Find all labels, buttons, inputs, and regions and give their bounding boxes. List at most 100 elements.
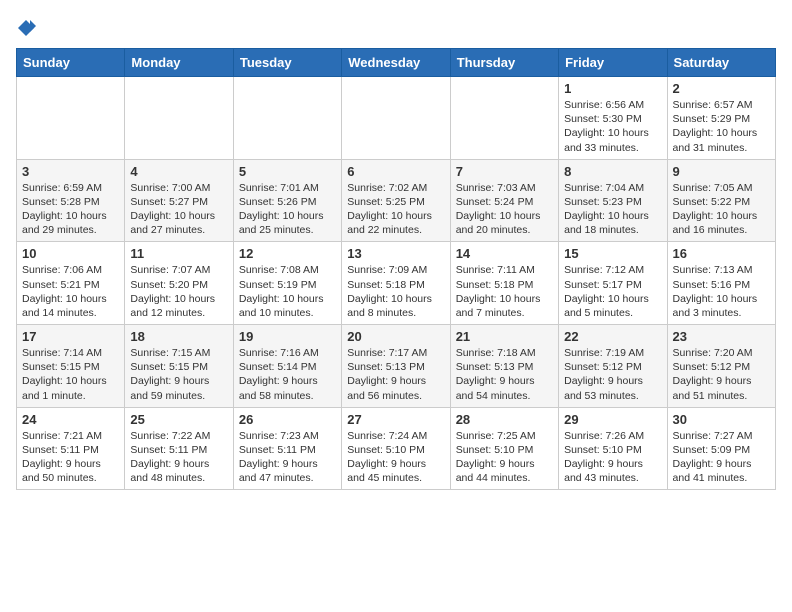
day-info: Sunset: 5:13 PM [456, 360, 553, 374]
weekday-header-friday: Friday [559, 49, 667, 77]
day-info: Sunrise: 6:57 AM [673, 98, 770, 112]
calendar-cell: 16 Sunrise: 7:13 AMSunset: 5:16 PMDayligh… [667, 242, 775, 325]
calendar-cell: 12Sunrise: 7:08 AMSunset: 5:19 PMDayligh… [233, 242, 341, 325]
calendar-cell: 24Sunrise: 7:21 AMSunset: 5:11 PMDayligh… [17, 407, 125, 490]
weekday-header-saturday: Saturday [667, 49, 775, 77]
day-info: Sunset: 5:21 PM [22, 278, 119, 292]
calendar-cell: 15 Sunrise: 7:12 AMSunset: 5:17 PMDayligh… [559, 242, 667, 325]
day-info: Daylight: 10 hours and 14 minutes. [22, 292, 119, 320]
day-info: Sunrise: 7:09 AM [347, 263, 444, 277]
day-info: Sunrise: 7:12 AM [564, 263, 661, 277]
day-info: Sunset: 5:24 PM [456, 195, 553, 209]
day-info: Sunrise: 7:13 AM [673, 263, 770, 277]
day-info: Sunrise: 7:00 AM [130, 181, 227, 195]
day-number: 12 [239, 246, 336, 261]
day-info: Sunset: 5:22 PM [673, 195, 770, 209]
day-info: Sunrise: 7:27 AM [673, 429, 770, 443]
calendar-cell: 13Sunrise: 7:09 AMSunset: 5:18 PMDayligh… [342, 242, 450, 325]
day-info: Daylight: 10 hours and 25 minutes. [239, 209, 336, 237]
day-info: Sunset: 5:15 PM [22, 360, 119, 374]
day-info: Sunrise: 7:03 AM [456, 181, 553, 195]
day-number: 21 [456, 329, 553, 344]
day-info: Sunrise: 7:26 AM [564, 429, 661, 443]
day-info: Sunset: 5:09 PM [673, 443, 770, 457]
day-number: 28 [456, 412, 553, 427]
day-number: 9 [673, 164, 770, 179]
day-number: 8 [564, 164, 661, 179]
day-info: Sunset: 5:13 PM [347, 360, 444, 374]
day-number: 22 [564, 329, 661, 344]
day-info: Daylight: 10 hours and 27 minutes. [130, 209, 227, 237]
day-info: Sunset: 5:14 PM [239, 360, 336, 374]
calendar-cell: 19Sunrise: 7:16 AMSunset: 5:14 PMDayligh… [233, 325, 341, 408]
day-number: 14 [456, 246, 553, 261]
calendar-cell [342, 77, 450, 160]
weekday-header-tuesday: Tuesday [233, 49, 341, 77]
calendar-cell: 26Sunrise: 7:23 AMSunset: 5:11 PMDayligh… [233, 407, 341, 490]
day-number: 27 [347, 412, 444, 427]
day-info: Daylight: 9 hours and 44 minutes. [456, 457, 553, 485]
calendar-cell: 30Sunrise: 7:27 AMSunset: 5:09 PMDayligh… [667, 407, 775, 490]
calendar-cell [450, 77, 558, 160]
day-info: Daylight: 9 hours and 41 minutes. [673, 457, 770, 485]
day-info: Sunset: 5:10 PM [347, 443, 444, 457]
page-header [16, 16, 776, 38]
calendar-cell: 22Sunrise: 7:19 AMSunset: 5:12 PMDayligh… [559, 325, 667, 408]
day-number: 7 [456, 164, 553, 179]
day-info: Sunset: 5:11 PM [22, 443, 119, 457]
day-info: Sunset: 5:18 PM [456, 278, 553, 292]
day-info: Sunset: 5:15 PM [130, 360, 227, 374]
day-info: Daylight: 10 hours and 8 minutes. [347, 292, 444, 320]
logo [16, 16, 38, 38]
day-number: 23 [673, 329, 770, 344]
day-info: Sunrise: 7:08 AM [239, 263, 336, 277]
day-info: Sunrise: 7:06 AM [22, 263, 119, 277]
calendar-cell: 7 Sunrise: 7:03 AMSunset: 5:24 PMDaylight… [450, 159, 558, 242]
day-number: 24 [22, 412, 119, 427]
day-info: Daylight: 10 hours and 18 minutes. [564, 209, 661, 237]
day-info: Sunset: 5:19 PM [239, 278, 336, 292]
day-info: Sunrise: 7:21 AM [22, 429, 119, 443]
day-info: Sunrise: 7:02 AM [347, 181, 444, 195]
day-info: Sunset: 5:29 PM [673, 112, 770, 126]
calendar-cell: 1Sunrise: 6:56 AMSunset: 5:30 PMDaylight… [559, 77, 667, 160]
day-number: 26 [239, 412, 336, 427]
day-number: 13 [347, 246, 444, 261]
day-info: Sunrise: 7:05 AM [673, 181, 770, 195]
day-info: Sunset: 5:16 PM [673, 278, 770, 292]
day-info: Daylight: 10 hours and 12 minutes. [130, 292, 227, 320]
calendar-cell [233, 77, 341, 160]
day-info: Sunset: 5:28 PM [22, 195, 119, 209]
day-info: Sunrise: 7:15 AM [130, 346, 227, 360]
day-info: Daylight: 9 hours and 51 minutes. [673, 374, 770, 402]
day-info: Daylight: 10 hours and 20 minutes. [456, 209, 553, 237]
day-info: Daylight: 9 hours and 45 minutes. [347, 457, 444, 485]
calendar-cell: 2Sunrise: 6:57 AMSunset: 5:29 PMDaylight… [667, 77, 775, 160]
calendar-cell: 5Sunrise: 7:01 AMSunset: 5:26 PMDaylight… [233, 159, 341, 242]
day-info: Daylight: 10 hours and 5 minutes. [564, 292, 661, 320]
day-number: 16 [673, 246, 770, 261]
day-info: Sunset: 5:11 PM [239, 443, 336, 457]
day-info: Sunrise: 7:24 AM [347, 429, 444, 443]
day-info: Sunset: 5:25 PM [347, 195, 444, 209]
day-info: Sunset: 5:10 PM [456, 443, 553, 457]
calendar-cell: 3Sunrise: 6:59 AMSunset: 5:28 PMDaylight… [17, 159, 125, 242]
day-info: Daylight: 10 hours and 31 minutes. [673, 126, 770, 154]
day-number: 6 [347, 164, 444, 179]
day-info: Sunrise: 6:56 AM [564, 98, 661, 112]
weekday-header-sunday: Sunday [17, 49, 125, 77]
day-info: Sunrise: 6:59 AM [22, 181, 119, 195]
weekday-header-wednesday: Wednesday [342, 49, 450, 77]
day-info: Sunrise: 7:14 AM [22, 346, 119, 360]
calendar-cell: 14Sunrise: 7:11 AMSunset: 5:18 PMDayligh… [450, 242, 558, 325]
calendar-cell: 9Sunrise: 7:05 AMSunset: 5:22 PMDaylight… [667, 159, 775, 242]
day-info: Sunset: 5:17 PM [564, 278, 661, 292]
day-number: 1 [564, 81, 661, 96]
day-number: 15 [564, 246, 661, 261]
day-info: Sunrise: 7:01 AM [239, 181, 336, 195]
day-info: Daylight: 9 hours and 47 minutes. [239, 457, 336, 485]
day-info: Daylight: 10 hours and 3 minutes. [673, 292, 770, 320]
calendar-cell [17, 77, 125, 160]
day-info: Sunset: 5:23 PM [564, 195, 661, 209]
calendar-cell: 4Sunrise: 7:00 AMSunset: 5:27 PMDaylight… [125, 159, 233, 242]
